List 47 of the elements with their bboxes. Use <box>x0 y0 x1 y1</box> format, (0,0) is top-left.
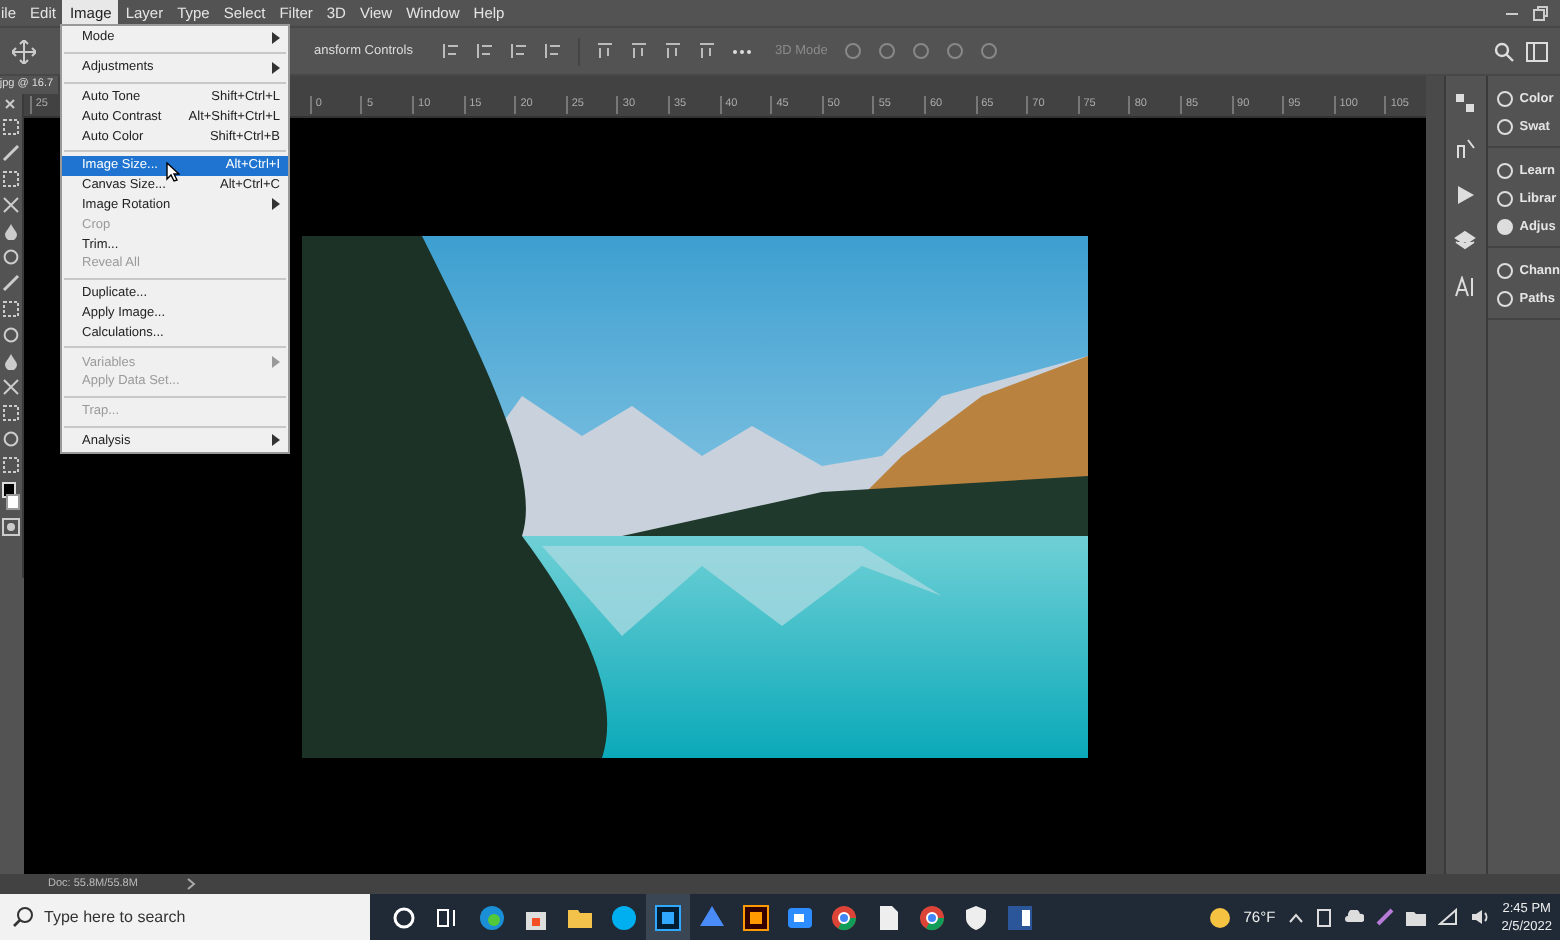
app-icon[interactable] <box>1006 903 1034 931</box>
align-icon[interactable] <box>441 42 459 60</box>
align-icon[interactable] <box>543 42 561 60</box>
sun-icon[interactable] <box>1207 905 1232 929</box>
tool-icon[interactable] <box>1 196 20 214</box>
app-icon[interactable] <box>742 903 770 931</box>
app-icon[interactable] <box>786 903 814 931</box>
distribute-icon[interactable] <box>629 42 647 60</box>
move-tool-icon[interactable] <box>12 39 36 63</box>
character-icon[interactable] <box>1454 276 1477 298</box>
submenu-arrow-icon <box>272 61 280 74</box>
battery-icon[interactable] <box>1315 907 1332 927</box>
submenu-arrow-icon <box>272 434 280 447</box>
layers-icon[interactable] <box>1454 230 1477 252</box>
submenu-arrow-icon <box>272 198 280 211</box>
app-icon[interactable] <box>962 903 990 931</box>
wifi-icon[interactable] <box>1437 908 1458 926</box>
more-icon[interactable] <box>731 47 751 55</box>
app-icon[interactable] <box>610 903 638 931</box>
app-icon[interactable] <box>478 903 506 931</box>
pen-icon[interactable] <box>1375 908 1394 926</box>
distribute-icon[interactable] <box>697 42 715 60</box>
collapse-icon[interactable] <box>2 98 19 110</box>
app-icon[interactable] <box>874 903 902 931</box>
align-icon[interactable] <box>475 42 493 60</box>
cursor-icon <box>166 161 180 182</box>
speaker-icon[interactable] <box>1469 908 1490 926</box>
chevron-icon[interactable] <box>185 878 196 890</box>
align-icon[interactable] <box>509 42 527 60</box>
distribute-icon[interactable] <box>595 42 613 60</box>
distribute-icon[interactable] <box>663 42 681 60</box>
play-icon[interactable] <box>1454 184 1477 206</box>
search-icon[interactable] <box>1494 41 1514 61</box>
search-icon <box>12 906 34 928</box>
restore-icon[interactable] <box>1532 5 1548 21</box>
submenu-arrow-icon <box>272 31 280 44</box>
workspace-icon[interactable] <box>1526 41 1548 61</box>
color-swatches-icon[interactable] <box>1 482 20 510</box>
folder-icon[interactable] <box>1405 909 1426 925</box>
app-icon[interactable] <box>918 903 946 931</box>
taskbar-search-field[interactable]: Type here to search <box>0 894 370 940</box>
quick-mask-icon[interactable] <box>1 518 20 536</box>
app-icon[interactable] <box>830 903 858 931</box>
tool-icon[interactable] <box>1 378 20 396</box>
submenu-arrow-icon <box>272 356 280 369</box>
chevron-up-icon[interactable] <box>1287 911 1304 923</box>
app-icon[interactable] <box>654 903 682 931</box>
